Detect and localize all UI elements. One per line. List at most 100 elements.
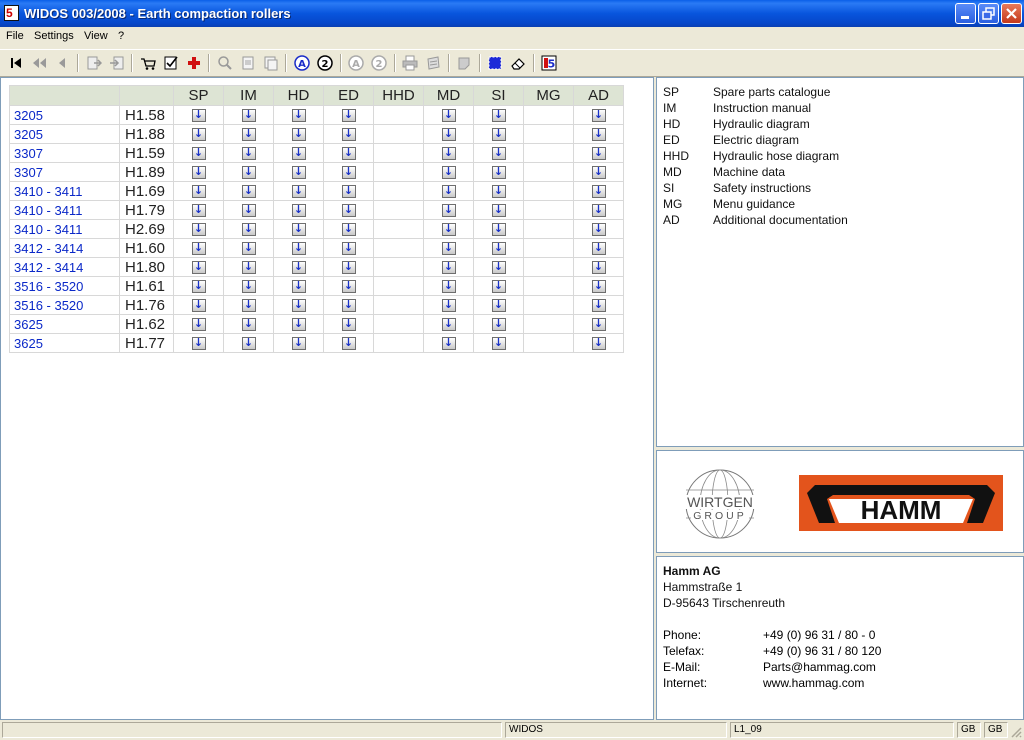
download-arrow-icon[interactable]	[191, 222, 206, 236]
download-arrow-icon[interactable]	[241, 184, 256, 198]
print-preview-icon[interactable]	[425, 55, 441, 71]
download-arrow-icon[interactable]	[291, 279, 306, 293]
download-arrow-icon[interactable]	[491, 279, 506, 293]
download-arrow-icon[interactable]	[191, 279, 206, 293]
download-arrow-icon[interactable]	[491, 184, 506, 198]
download-arrow-icon[interactable]	[491, 127, 506, 141]
download-arrow-icon[interactable]	[441, 203, 456, 217]
machine-list-pane[interactable]: SPIMHDEDHHDMDSIMGAD 3205H1.583205H1.8833…	[0, 77, 654, 720]
download-arrow-icon[interactable]	[591, 127, 606, 141]
download-arrow-icon[interactable]	[441, 241, 456, 255]
download-arrow-icon[interactable]	[591, 279, 606, 293]
download-arrow-icon[interactable]	[191, 165, 206, 179]
marker-a-disabled-icon[interactable]: A	[348, 55, 364, 71]
resize-grip-icon[interactable]	[1010, 726, 1022, 738]
download-arrow-icon[interactable]	[591, 108, 606, 122]
download-arrow-icon[interactable]	[291, 203, 306, 217]
download-arrow-icon[interactable]	[441, 165, 456, 179]
download-arrow-icon[interactable]	[291, 317, 306, 331]
machine-model-link[interactable]: 3516 - 3520	[9, 295, 120, 315]
download-arrow-icon[interactable]	[191, 108, 206, 122]
download-arrow-icon[interactable]	[441, 336, 456, 350]
download-arrow-icon[interactable]	[241, 298, 256, 312]
close-button[interactable]	[1001, 3, 1022, 24]
machine-model-link[interactable]: 3516 - 3520	[9, 276, 120, 296]
download-arrow-icon[interactable]	[341, 165, 356, 179]
download-arrow-icon[interactable]	[491, 298, 506, 312]
restore-button[interactable]	[978, 3, 999, 24]
download-arrow-icon[interactable]	[241, 260, 256, 274]
download-arrow-icon[interactable]	[291, 165, 306, 179]
page-icon[interactable]	[240, 55, 256, 71]
download-arrow-icon[interactable]	[341, 317, 356, 331]
download-arrow-icon[interactable]	[241, 336, 256, 350]
download-arrow-icon[interactable]	[191, 241, 206, 255]
download-arrow-icon[interactable]	[591, 222, 606, 236]
download-arrow-icon[interactable]	[341, 203, 356, 217]
download-arrow-icon[interactable]	[341, 222, 356, 236]
download-arrow-icon[interactable]	[191, 336, 206, 350]
download-arrow-icon[interactable]	[291, 336, 306, 350]
download-arrow-icon[interactable]	[241, 127, 256, 141]
download-arrow-icon[interactable]	[591, 203, 606, 217]
menu-help[interactable]: ?	[116, 29, 126, 43]
note-icon[interactable]	[456, 55, 472, 71]
machine-model-link[interactable]: 3205	[9, 105, 120, 125]
print-icon[interactable]	[402, 55, 418, 71]
download-arrow-icon[interactable]	[591, 317, 606, 331]
machine-model-link[interactable]: 3625	[9, 333, 120, 353]
download-arrow-icon[interactable]	[441, 260, 456, 274]
marker-2-disabled-icon[interactable]: 2	[371, 55, 387, 71]
download-arrow-icon[interactable]	[341, 336, 356, 350]
export-icon[interactable]	[86, 55, 102, 71]
widos-app-icon[interactable]: 5	[4, 5, 19, 21]
marker-a-icon[interactable]: A	[294, 55, 310, 71]
download-arrow-icon[interactable]	[291, 184, 306, 198]
zoom-icon[interactable]	[217, 55, 233, 71]
select-grid-icon[interactable]	[487, 55, 503, 71]
download-arrow-icon[interactable]	[491, 260, 506, 274]
download-arrow-icon[interactable]	[591, 260, 606, 274]
download-arrow-icon[interactable]	[341, 108, 356, 122]
download-arrow-icon[interactable]	[341, 184, 356, 198]
download-arrow-icon[interactable]	[441, 222, 456, 236]
download-arrow-icon[interactable]	[591, 184, 606, 198]
download-arrow-icon[interactable]	[441, 146, 456, 160]
machine-model-link[interactable]: 3410 - 3411	[9, 219, 120, 239]
download-arrow-icon[interactable]	[191, 146, 206, 160]
download-arrow-icon[interactable]	[491, 165, 506, 179]
widos-logo-icon[interactable]: 5	[541, 55, 557, 71]
eraser-icon[interactable]	[510, 55, 526, 71]
download-arrow-icon[interactable]	[291, 222, 306, 236]
download-arrow-icon[interactable]	[341, 279, 356, 293]
machine-model-link[interactable]: 3412 - 3414	[9, 257, 120, 277]
machine-model-link[interactable]: 3307	[9, 162, 120, 182]
download-arrow-icon[interactable]	[591, 165, 606, 179]
download-arrow-icon[interactable]	[491, 222, 506, 236]
machine-model-link[interactable]: 3412 - 3414	[9, 238, 120, 258]
download-arrow-icon[interactable]	[341, 241, 356, 255]
download-arrow-icon[interactable]	[241, 317, 256, 331]
download-arrow-icon[interactable]	[591, 336, 606, 350]
download-arrow-icon[interactable]	[191, 298, 206, 312]
download-arrow-icon[interactable]	[491, 336, 506, 350]
previous-icon[interactable]	[54, 55, 70, 71]
download-arrow-icon[interactable]	[241, 241, 256, 255]
title-bar[interactable]: 5 WIDOS 003/2008 - Earth compaction roll…	[0, 0, 1024, 27]
menu-view[interactable]: View	[82, 29, 110, 43]
download-arrow-icon[interactable]	[291, 260, 306, 274]
page-copy-icon[interactable]	[263, 55, 279, 71]
download-arrow-icon[interactable]	[441, 127, 456, 141]
download-arrow-icon[interactable]	[191, 260, 206, 274]
download-arrow-icon[interactable]	[341, 146, 356, 160]
download-arrow-icon[interactable]	[441, 279, 456, 293]
download-arrow-icon[interactable]	[441, 108, 456, 122]
download-arrow-icon[interactable]	[241, 108, 256, 122]
download-arrow-icon[interactable]	[591, 298, 606, 312]
download-arrow-icon[interactable]	[291, 241, 306, 255]
minimize-button[interactable]	[955, 3, 976, 24]
download-arrow-icon[interactable]	[241, 222, 256, 236]
previous-fast-icon[interactable]	[31, 55, 47, 71]
download-arrow-icon[interactable]	[591, 146, 606, 160]
machine-model-link[interactable]: 3205	[9, 124, 120, 144]
